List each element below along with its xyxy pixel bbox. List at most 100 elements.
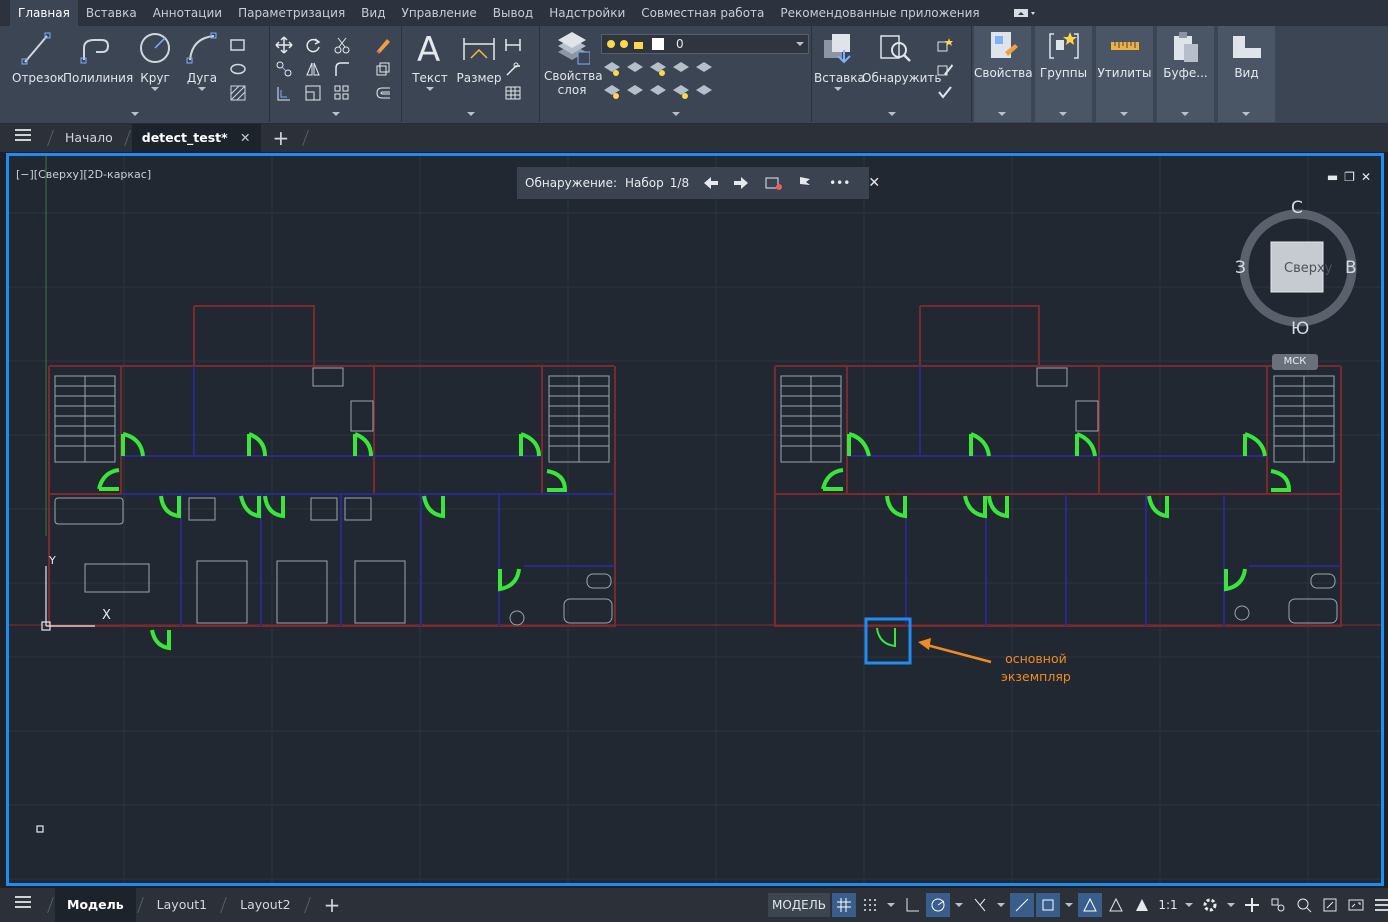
- object-snap-icon[interactable]: [1036, 893, 1061, 917]
- viewcube[interactable]: Сверху С Ю З В: [1231, 196, 1371, 339]
- stretch-icon[interactable]: [275, 84, 293, 102]
- prev-arrow-icon[interactable]: [703, 176, 719, 190]
- fillet-icon[interactable]: [333, 60, 351, 78]
- convert-block-icon[interactable]: [765, 175, 783, 191]
- chevron-down-icon[interactable]: [151, 87, 159, 91]
- compass-west[interactable]: З: [1235, 258, 1246, 278]
- table-icon[interactable]: [504, 84, 522, 102]
- compass-north[interactable]: С: [1291, 198, 1303, 218]
- array-icon[interactable]: [333, 84, 351, 102]
- quick-properties-icon[interactable]: [1292, 893, 1316, 917]
- isodraft-icon[interactable]: [968, 893, 992, 917]
- offset-icon[interactable]: [374, 84, 392, 102]
- modify-panel-expand-icon[interactable]: [331, 112, 340, 116]
- flag-icon[interactable]: [797, 175, 813, 191]
- scale-icon[interactable]: [304, 84, 322, 102]
- tab-drawing[interactable]: detect_test* ✕: [131, 124, 261, 152]
- workspace-gear-icon[interactable]: [1198, 893, 1222, 917]
- isolate-objects-icon[interactable]: [1318, 893, 1342, 917]
- annotation-visibility-icon[interactable]: [1078, 893, 1103, 917]
- view-panel-button[interactable]: Вид: [1218, 26, 1275, 122]
- new-tab-button[interactable]: +: [261, 124, 302, 152]
- erase-icon[interactable]: [374, 36, 392, 54]
- tab-collaborate[interactable]: Совместная работа: [633, 0, 772, 26]
- edit-block-icon[interactable]: [936, 60, 954, 78]
- layer-properties-button[interactable]: Свойства слоя: [544, 30, 603, 97]
- next-arrow-icon[interactable]: [733, 176, 749, 190]
- chevron-down-icon[interactable]: [952, 893, 966, 917]
- status-menu-button[interactable]: [0, 888, 46, 922]
- compass-south[interactable]: Ю: [1291, 319, 1309, 339]
- properties-button[interactable]: Свойства: [974, 26, 1033, 122]
- add-layout-button[interactable]: +: [312, 888, 353, 922]
- tab-start[interactable]: Начало: [55, 124, 123, 152]
- polyline-button[interactable]: Полилиния: [63, 30, 133, 85]
- close-viewport-icon[interactable]: ✕: [1361, 170, 1371, 184]
- snap-icon[interactable]: [858, 893, 882, 917]
- tab-insert[interactable]: Вставка: [78, 0, 145, 26]
- grid-icon[interactable]: [832, 893, 857, 917]
- app-menu-button[interactable]: [0, 124, 46, 152]
- chevron-down-icon[interactable]: [1224, 893, 1238, 917]
- utilities-button[interactable]: Утилиты: [1096, 26, 1153, 122]
- arc-button[interactable]: Дуга: [184, 30, 220, 91]
- text-button[interactable]: A Текст: [412, 30, 448, 91]
- chevron-down-icon[interactable]: [834, 87, 842, 91]
- compass-east[interactable]: В: [1345, 258, 1357, 278]
- more-options-icon[interactable]: •••: [829, 176, 850, 190]
- mirror-icon[interactable]: [304, 60, 322, 78]
- tab-featured-apps[interactable]: Рекомендованные приложения: [772, 0, 987, 26]
- chevron-down-icon[interactable]: [1182, 893, 1196, 917]
- tab-view[interactable]: Вид: [353, 0, 393, 26]
- rectangle-icon[interactable]: [229, 36, 247, 54]
- move-icon[interactable]: [275, 36, 293, 54]
- chevron-down-icon[interactable]: [994, 893, 1008, 917]
- viewport-controls-label[interactable]: [−][Сверху][2D-каркас]: [16, 168, 151, 181]
- chevron-down-icon[interactable]: [1062, 893, 1076, 917]
- tab-model[interactable]: Модель: [55, 888, 136, 922]
- tab-parametric[interactable]: Параметризация: [230, 0, 353, 26]
- drawing-canvas[interactable]: [9, 156, 1381, 883]
- block-attributes-icon[interactable]: [936, 84, 954, 102]
- clipboard-button[interactable]: Буфе...: [1157, 26, 1214, 122]
- circle-button[interactable]: Круг: [137, 30, 173, 91]
- create-block-icon[interactable]: [936, 36, 954, 54]
- units-icon[interactable]: [1266, 893, 1290, 917]
- rotate-icon[interactable]: [304, 36, 322, 54]
- model-space-toggle[interactable]: МОДЕЛЬ: [768, 893, 831, 917]
- minimize-icon[interactable]: ▬: [1327, 170, 1338, 184]
- tab-layout2[interactable]: Layout2: [228, 888, 302, 922]
- annotation-scale-icon[interactable]: [1130, 893, 1154, 917]
- chevron-down-icon[interactable]: [884, 893, 898, 917]
- draw-panel-expand-icon[interactable]: [130, 112, 139, 116]
- close-detect-icon[interactable]: ✕: [868, 175, 880, 191]
- chevron-down-icon[interactable]: [198, 87, 206, 91]
- chevron-down-icon[interactable]: [426, 87, 434, 91]
- object-snap-tracking-icon[interactable]: [1010, 893, 1035, 917]
- ribbon-minimize-icon[interactable]: [1012, 6, 1036, 20]
- wcs-menu-button[interactable]: МСК: [1272, 354, 1318, 370]
- fullscreen-icon[interactable]: [1344, 893, 1368, 917]
- hatch-icon[interactable]: [229, 84, 247, 102]
- linear-dim-icon[interactable]: [504, 36, 522, 54]
- add-scale-icon[interactable]: [1240, 893, 1264, 917]
- annotation-panel-expand-icon[interactable]: [466, 112, 475, 116]
- leader-icon[interactable]: [504, 60, 522, 78]
- layer-tools-icons[interactable]: [602, 59, 712, 101]
- copy-icon[interactable]: [275, 60, 293, 78]
- detect-button[interactable]: Обнаружить: [862, 30, 941, 85]
- polar-icon[interactable]: [926, 893, 951, 917]
- insert-block-button[interactable]: Вставка: [814, 30, 865, 91]
- ellipse-icon[interactable]: [229, 60, 247, 78]
- layers-panel-expand-icon[interactable]: [671, 112, 680, 116]
- explode-icon[interactable]: [374, 60, 392, 78]
- restore-icon[interactable]: ❐: [1344, 170, 1355, 184]
- block-panel-expand-icon[interactable]: [887, 112, 896, 116]
- close-icon[interactable]: ✕: [240, 130, 250, 145]
- tab-addins[interactable]: Надстройки: [541, 0, 633, 26]
- tab-output[interactable]: Вывод: [485, 0, 541, 26]
- ortho-icon[interactable]: [900, 893, 924, 917]
- tab-annotate[interactable]: Аннотации: [145, 0, 230, 26]
- customize-menu-icon[interactable]: [1370, 893, 1388, 917]
- tab-layout1[interactable]: Layout1: [145, 888, 219, 922]
